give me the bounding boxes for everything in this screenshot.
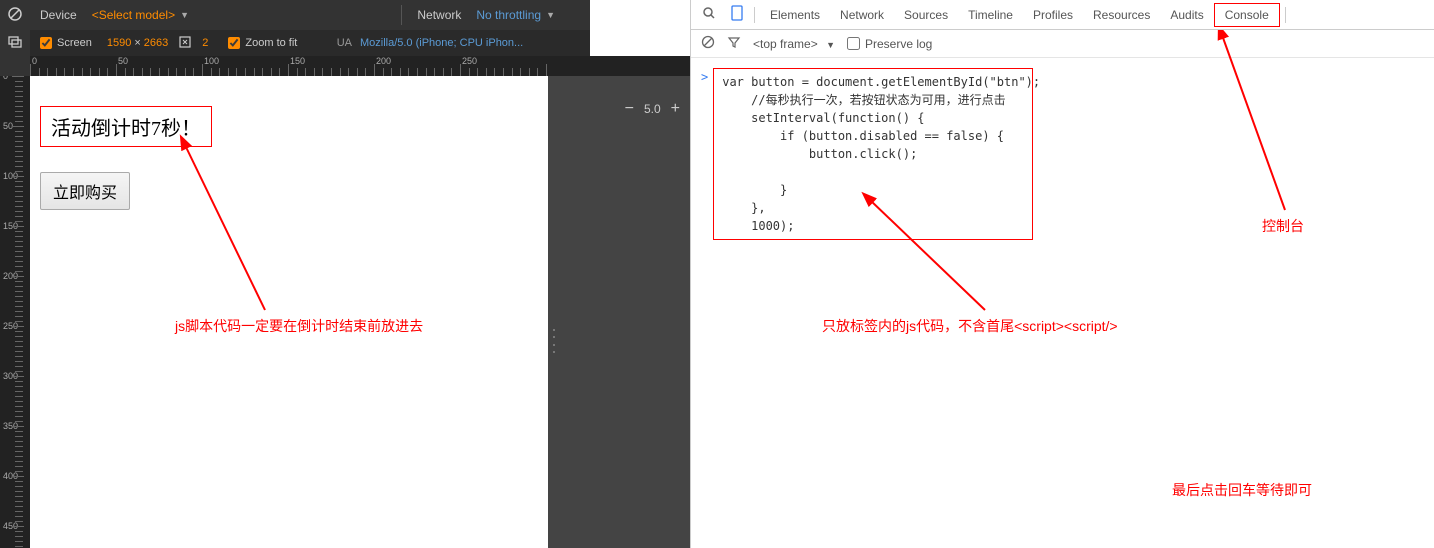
page-content: 活动倒计时7秒！ 立即购买 — [30, 76, 548, 240]
screen-height[interactable]: 2663 — [144, 37, 168, 49]
screen-width[interactable]: 1590 — [107, 37, 131, 49]
devtools-tab-profiles[interactable]: Profiles — [1023, 4, 1083, 26]
console-prompt-icon: > — [701, 70, 708, 84]
swap-icon[interactable] — [178, 35, 192, 52]
devtools-tab-network[interactable]: Network — [830, 4, 894, 26]
annotation-code: 只放标签内的js代码，不含首尾<script><script/> — [822, 316, 1118, 336]
layers-icon[interactable] — [6, 33, 24, 51]
zoom-controls: − 5.0 + — [625, 100, 680, 118]
console-input[interactable]: > var button = document.getElementById("… — [701, 68, 1424, 240]
devtools-tab-console[interactable]: Console — [1214, 3, 1280, 27]
countdown-text: 活动倒计时7秒！ — [40, 106, 212, 147]
block-icon[interactable] — [6, 5, 24, 23]
clear-console-icon[interactable] — [701, 35, 715, 52]
ruler-gap — [548, 56, 690, 76]
devtools-tab-resources[interactable]: Resources — [1083, 4, 1160, 26]
preserve-log-checkbox[interactable]: Preserve log — [847, 37, 932, 51]
devtools-tabbar: ElementsNetworkSourcesTimelineProfilesRe… — [691, 0, 1434, 30]
devtools-tab-elements[interactable]: Elements — [760, 4, 830, 26]
toolbar-top: Device <Select model> ▼ Network No throt… — [30, 0, 590, 30]
console-body: > var button = document.getElementById("… — [691, 58, 1434, 250]
filter-icon[interactable] — [727, 35, 741, 52]
pixel-ratio[interactable]: 2 — [202, 37, 208, 49]
devtools-panel: ElementsNetworkSourcesTimelineProfilesRe… — [690, 0, 1434, 548]
buy-button[interactable]: 立即购买 — [40, 172, 130, 210]
device-viewport: 活动倒计时7秒！ 立即购买 — [30, 76, 548, 548]
network-selector[interactable]: No throttling ▼ — [471, 8, 560, 22]
canvas-dark-area: − 5.0 + — [548, 76, 690, 548]
zoom-level: 5.0 — [644, 102, 661, 116]
drag-handle[interactable] — [550, 326, 558, 356]
devtools-tab-timeline[interactable]: Timeline — [958, 4, 1023, 26]
preserve-log-input[interactable] — [847, 37, 860, 50]
annotation-final: 最后点击回车等待即可 — [1172, 480, 1312, 500]
toolbar-second: Screen 1590 × 2663 2 Zoom to fit UA Mozi… — [30, 30, 590, 56]
ruler-horizontal: 050100150200250300350400 — [30, 56, 590, 76]
zoom-in-button[interactable]: + — [671, 100, 680, 118]
emulator-panel: Device <Select model> ▼ Network No throt… — [0, 0, 590, 548]
device-selector[interactable]: <Select model> ▼ — [87, 8, 194, 22]
screen-check-input[interactable] — [40, 37, 52, 49]
screen-checkbox[interactable]: Screen — [40, 37, 92, 49]
chevron-down-icon: ▼ — [546, 10, 555, 20]
search-icon[interactable] — [696, 6, 722, 23]
frame-selector[interactable]: <top frame> ▼ — [753, 37, 835, 51]
annotation-left: js脚本代码一定要在倒计时结束前放进去 — [175, 316, 423, 336]
ua-label: UA — [337, 37, 352, 49]
annotation-console: 控制台 — [1262, 216, 1304, 236]
devtools-tab-sources[interactable]: Sources — [894, 4, 958, 26]
console-code[interactable]: var button = document.getElementById("bt… — [713, 68, 1033, 240]
zoom-fit-checkbox[interactable]: Zoom to fit — [228, 37, 297, 49]
device-icon[interactable] — [725, 5, 749, 24]
device-label: Device — [30, 8, 87, 22]
ruler-vertical: 050100150200250300350400450 — [0, 76, 30, 548]
zoom-out-button[interactable]: − — [625, 100, 634, 118]
chevron-down-icon: ▼ — [826, 40, 835, 50]
network-label: Network — [407, 8, 471, 22]
ua-value[interactable]: Mozilla/5.0 (iPhone; CPU iPhon... — [360, 37, 523, 49]
console-toolbar: <top frame> ▼ Preserve log — [691, 30, 1434, 58]
chevron-down-icon: ▼ — [180, 10, 189, 20]
devtools-tab-audits[interactable]: Audits — [1160, 4, 1213, 26]
zoom-check-input[interactable] — [228, 37, 240, 49]
